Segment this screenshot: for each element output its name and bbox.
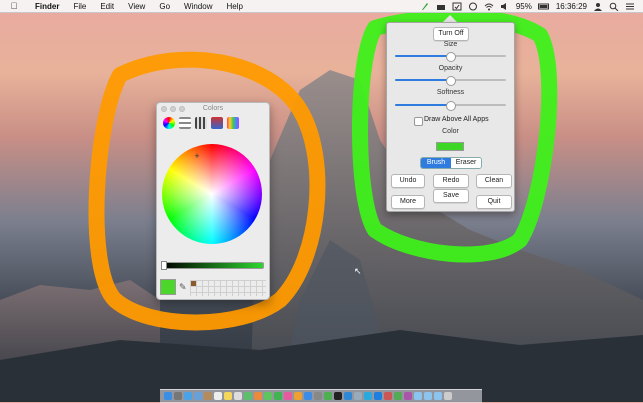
notification-center-icon[interactable] [625, 2, 635, 11]
dock-icons [160, 390, 482, 402]
zoom-button[interactable] [179, 106, 185, 112]
eyedropper-icon[interactable]: ✎ [179, 282, 187, 293]
color-label: Color [442, 128, 459, 135]
image-palettes-icon[interactable] [211, 117, 223, 129]
menu-go[interactable]: Go [152, 2, 177, 11]
custom-color-grid[interactable] [190, 280, 266, 296]
more-button[interactable]: More [391, 195, 425, 209]
brightness-slider-knob[interactable] [161, 261, 167, 270]
safari-icon[interactable] [184, 392, 192, 400]
calendar-icon[interactable] [214, 392, 222, 400]
apple-menu-icon[interactable]:  [0, 1, 28, 11]
brush-color-well[interactable] [436, 142, 464, 151]
undo-button[interactable]: Undo [391, 174, 425, 188]
drive-icon[interactable] [436, 2, 446, 11]
dropbox-icon[interactable] [374, 392, 382, 400]
saved-color-swatch[interactable] [191, 281, 196, 286]
user-icon[interactable] [593, 2, 603, 11]
ibooks-icon[interactable] [294, 392, 302, 400]
system-preferences-icon[interactable] [314, 392, 322, 400]
folder-icon[interactable] [434, 392, 442, 400]
notes-icon[interactable] [224, 392, 232, 400]
opacity-slider-knob[interactable] [446, 76, 456, 86]
size-label: Size [443, 41, 458, 48]
spotlight-search-icon[interactable] [609, 2, 619, 11]
redo-button[interactable]: Redo [433, 174, 469, 188]
itunes-icon[interactable] [284, 392, 292, 400]
finder-icon[interactable] [164, 392, 172, 400]
draw-above-checkbox[interactable] [414, 117, 423, 126]
launchpad-icon[interactable] [174, 392, 182, 400]
volume-icon[interactable] [500, 2, 510, 11]
softness-slider-knob[interactable] [446, 101, 456, 111]
preview-icon[interactable] [354, 392, 362, 400]
eraser-tab[interactable]: Eraser [451, 158, 481, 168]
photos-icon[interactable] [254, 392, 262, 400]
crayons-icon[interactable] [227, 117, 239, 129]
menu-help[interactable]: Help [219, 2, 249, 11]
tool-segmented-control: Brush Eraser [420, 157, 482, 169]
desktop-wallpaper [0, 9, 643, 402]
softness-label: Softness [436, 89, 465, 96]
menu-extras: 95% 16:36:29 [420, 2, 643, 11]
menu-bar:  Finder File Edit View Go Window Help 9… [0, 0, 643, 13]
opacity-label: Opacity [438, 65, 463, 72]
quit-button[interactable]: Quit [476, 195, 512, 209]
close-button[interactable] [161, 106, 167, 112]
folder-icon[interactable] [414, 392, 422, 400]
mail-icon[interactable] [194, 392, 202, 400]
color-sliders-icon[interactable] [179, 117, 191, 129]
app-icon[interactable] [384, 392, 392, 400]
timer-icon[interactable] [468, 2, 478, 11]
facetime-icon[interactable] [274, 392, 282, 400]
color-wheel[interactable] [162, 144, 262, 244]
battery-percentage: 95% [515, 1, 532, 11]
trash-icon[interactable] [444, 392, 452, 400]
colors-panel-titlebar[interactable]: Colors [157, 103, 269, 115]
messages-icon[interactable] [264, 392, 272, 400]
clean-button[interactable]: Clean [476, 174, 512, 188]
color-wheel-icon[interactable] [163, 117, 175, 129]
xcode-icon[interactable] [344, 392, 352, 400]
color-palettes-icon[interactable] [195, 117, 207, 129]
skype-icon[interactable] [364, 392, 372, 400]
app-store-icon[interactable] [304, 392, 312, 400]
menu-view[interactable]: View [121, 2, 152, 11]
folder-icon[interactable] [424, 392, 432, 400]
colors-panel-title: Colors [202, 105, 224, 112]
clock[interactable]: 16:36:29 [556, 2, 587, 11]
app-icon[interactable] [394, 392, 402, 400]
brightness-slider[interactable] [162, 262, 264, 269]
turn-off-button[interactable]: Turn Off [433, 27, 469, 41]
app-icon[interactable] [404, 392, 412, 400]
window-controls [161, 106, 185, 112]
wifi-icon[interactable] [484, 2, 494, 11]
reminders-icon[interactable] [234, 392, 242, 400]
dock [160, 389, 482, 403]
brush-tab[interactable]: Brush [421, 158, 451, 168]
chrome-icon[interactable] [324, 392, 332, 400]
minimize-button[interactable] [170, 106, 176, 112]
contacts-icon[interactable] [204, 392, 212, 400]
menu-app-name[interactable]: Finder [28, 2, 66, 11]
popover-arrow [443, 15, 457, 22]
color-wheel-crosshair-icon[interactable]: + [193, 152, 201, 161]
maps-icon[interactable] [244, 392, 252, 400]
save-button[interactable]: Save [433, 189, 469, 203]
menu-window[interactable]: Window [177, 2, 219, 11]
selected-color-swatch[interactable] [160, 279, 176, 295]
menu-edit[interactable]: Edit [93, 2, 121, 11]
draw-above-label: Draw Above All Apps [424, 116, 489, 123]
colors-panel-tabs [157, 115, 269, 133]
paint-popover: Turn Off Size Opacity Softness Draw Abov… [386, 22, 515, 212]
terminal-icon[interactable] [334, 392, 342, 400]
checklist-icon[interactable] [452, 2, 462, 11]
size-slider-knob[interactable] [446, 52, 456, 62]
paint-brush-icon[interactable] [420, 2, 430, 11]
battery-icon[interactable] [537, 2, 550, 11]
mouse-pointer-icon: ↖ [354, 266, 362, 276]
menu-file[interactable]: File [66, 2, 93, 11]
